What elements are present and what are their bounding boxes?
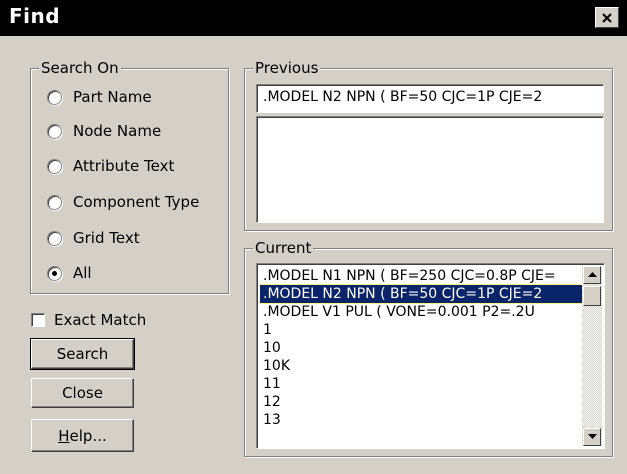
close-button[interactable]: Close: [31, 378, 134, 408]
title-bar: Find: [0, 0, 627, 36]
radio-option-all[interactable]: All: [47, 261, 92, 285]
list-item[interactable]: .MODEL V1 PUL ( VONE=0.001 P2=.2U: [260, 303, 582, 321]
current-list-items: .MODEL N1 NPN ( BF=250 CJC=0.8P CJE= .MOD…: [260, 267, 582, 445]
find-dialog: Find Search On Part Name Node Name Attribu…: [0, 0, 627, 474]
radio-option-node-name[interactable]: Node Name: [47, 119, 161, 143]
scroll-up-arrow-icon: [587, 272, 597, 277]
scroll-down-button[interactable]: [583, 428, 601, 446]
previous-input[interactable]: .MODEL N2 NPN ( BF=50 CJC=1P CJE=2: [256, 84, 604, 113]
exact-match-box[interactable]: [31, 313, 45, 327]
radio-label: Grid Text: [73, 229, 140, 247]
close-window-button[interactable]: [595, 7, 619, 28]
list-item[interactable]: 10K: [260, 357, 582, 375]
radio-label: Node Name: [73, 122, 162, 140]
exact-match-checkbox[interactable]: Exact Match: [31, 309, 146, 331]
radio-label: Attribute Text: [73, 157, 175, 175]
search-button-label: Search: [56, 345, 109, 363]
radio-button[interactable]: [47, 230, 62, 246]
list-item[interactable]: 1: [260, 321, 582, 339]
current-group: Current .MODEL N1 NPN ( BF=250 CJC=0.8P …: [244, 239, 613, 457]
list-item[interactable]: 10: [260, 339, 582, 357]
current-list[interactable]: .MODEL N1 NPN ( BF=250 CJC=0.8P CJE= .MOD…: [256, 263, 605, 449]
radio-button[interactable]: [47, 89, 62, 105]
scroll-thumb[interactable]: [583, 286, 601, 306]
radio-button[interactable]: [47, 158, 62, 174]
radio-label: Part Name: [73, 88, 152, 106]
previous-label: Previous: [253, 59, 321, 77]
list-item[interactable]: .MODEL N2 NPN ( BF=50 CJC=1P CJE=2: [260, 284, 582, 304]
list-item[interactable]: 12: [260, 393, 582, 411]
radio-option-attribute-text[interactable]: Attribute Text: [47, 154, 174, 178]
search-on-label: Search On: [39, 59, 121, 77]
scroll-up-button[interactable]: [583, 266, 601, 284]
current-list-scrollbar[interactable]: [582, 266, 602, 446]
close-button-label: Close: [62, 384, 103, 402]
previous-group: Previous .MODEL N2 NPN ( BF=50 CJC=1P CJ…: [244, 59, 613, 231]
help-button[interactable]: Help...: [31, 419, 134, 452]
dialog-title: Find: [9, 4, 61, 28]
search-button[interactable]: Search: [30, 338, 135, 370]
radio-label: Component Type: [73, 193, 200, 211]
exact-match-label: Exact Match: [54, 311, 147, 329]
radio-button[interactable]: [47, 123, 62, 139]
close-x-icon: [602, 12, 612, 23]
current-label: Current: [253, 239, 314, 257]
search-on-group: Search On Part Name Node Name Attribute Te…: [30, 59, 229, 294]
list-item[interactable]: .MODEL N1 NPN ( BF=250 CJC=0.8P CJE=: [260, 267, 582, 285]
list-item[interactable]: 11: [260, 375, 582, 393]
scroll-down-arrow-icon: [587, 434, 597, 439]
radio-option-grid-text[interactable]: Grid Text: [47, 226, 140, 250]
radio-button[interactable]: [47, 194, 62, 210]
previous-input-value: .MODEL N2 NPN ( BF=50 CJC=1P CJE=2: [263, 89, 543, 105]
radio-label: All: [73, 264, 92, 282]
help-button-label: Help...: [58, 426, 107, 445]
previous-history-list[interactable]: [256, 116, 604, 223]
radio-button[interactable]: [47, 265, 62, 281]
radio-option-component-type[interactable]: Component Type: [47, 190, 199, 214]
radio-option-part-name[interactable]: Part Name: [47, 85, 152, 109]
list-item[interactable]: 13: [260, 411, 582, 429]
